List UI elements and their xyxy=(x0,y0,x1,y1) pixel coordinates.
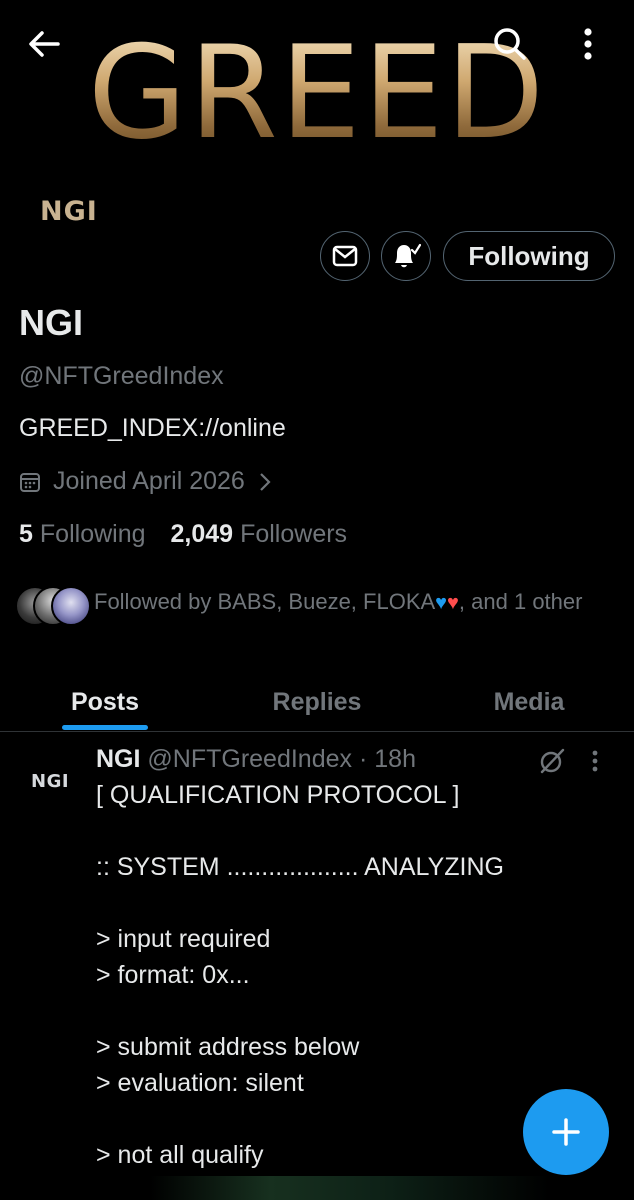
following-button[interactable]: Following xyxy=(443,231,615,281)
followers-count: 2,049 xyxy=(170,520,234,548)
notifications-button[interactable] xyxy=(381,231,431,281)
heart-on-fire-icon: ♥ xyxy=(447,592,459,614)
tab-replies[interactable]: Replies xyxy=(252,672,382,732)
profile-avatar[interactable]: NGI xyxy=(40,196,98,227)
blue-heart-icon: ♥ xyxy=(435,592,448,614)
joined-date[interactable]: Joined April 2026 xyxy=(19,467,283,496)
plus-icon xyxy=(552,1118,580,1146)
following-count: 5 xyxy=(19,520,33,548)
followed-by-suffix: , and 1 other xyxy=(458,589,583,614)
active-tab-indicator xyxy=(62,725,148,730)
profile-handle: @NFTGreedIndex xyxy=(19,362,224,390)
followers-label: Followers xyxy=(240,520,348,548)
post-text: [ QUALIFICATION PROTOCOL ] :: SYSTEM ...… xyxy=(96,781,504,1169)
following-stat[interactable]: 5 Following xyxy=(19,520,146,549)
more-options-button[interactable] xyxy=(566,22,610,66)
more-vertical-icon xyxy=(584,28,592,60)
followed-by-prefix: Followed by BABS, Bueze, FLOKA xyxy=(94,589,436,614)
joined-label: Joined April 2026 xyxy=(53,467,245,495)
grok-icon[interactable] xyxy=(538,747,566,775)
post-author-handle[interactable]: @NFTGreedIndex xyxy=(147,745,352,773)
mail-icon xyxy=(332,245,358,267)
follow-stats: 5 Following 2,049 Followers xyxy=(19,520,372,549)
compose-button[interactable] xyxy=(523,1089,609,1175)
post-more-icon[interactable] xyxy=(591,749,599,773)
avatar xyxy=(51,586,91,626)
profile-bio: GREED_INDEX://online xyxy=(19,414,286,442)
message-button[interactable] xyxy=(320,231,370,281)
profile-banner[interactable]: GREED xyxy=(0,0,634,200)
post-media-preview xyxy=(150,1176,550,1200)
following-label: Following xyxy=(39,520,146,548)
chevron-right-icon xyxy=(260,472,271,491)
followers-stat[interactable]: 2,049 Followers xyxy=(171,520,348,549)
profile-tabs: Posts Replies Media xyxy=(0,672,634,732)
arrow-left-icon xyxy=(29,31,60,57)
back-button[interactable] xyxy=(22,26,66,62)
tab-media[interactable]: Media xyxy=(464,672,594,732)
follower-avatars xyxy=(15,586,91,626)
bell-subscribed-icon xyxy=(395,243,421,268)
calendar-icon xyxy=(20,472,40,492)
post-separator: · xyxy=(358,745,368,773)
post-time[interactable]: 18h xyxy=(374,745,416,773)
banner-wordmark: GREED xyxy=(0,30,634,158)
display-name: NGI xyxy=(19,302,84,343)
post-author-name[interactable]: NGI xyxy=(96,745,140,773)
search-icon xyxy=(494,28,526,60)
tab-posts[interactable]: Posts xyxy=(40,672,170,732)
search-button[interactable] xyxy=(486,22,534,66)
followed-by-text: Followed by BABS, Bueze, FLOKA♥♥, and 1 … xyxy=(94,586,599,626)
post-avatar[interactable]: NGI xyxy=(31,771,69,792)
post-header: NGI @NFTGreedIndex · 18h xyxy=(96,745,416,774)
followed-by[interactable]: Followed by BABS, Bueze, FLOKA♥♥, and 1 … xyxy=(15,586,599,626)
